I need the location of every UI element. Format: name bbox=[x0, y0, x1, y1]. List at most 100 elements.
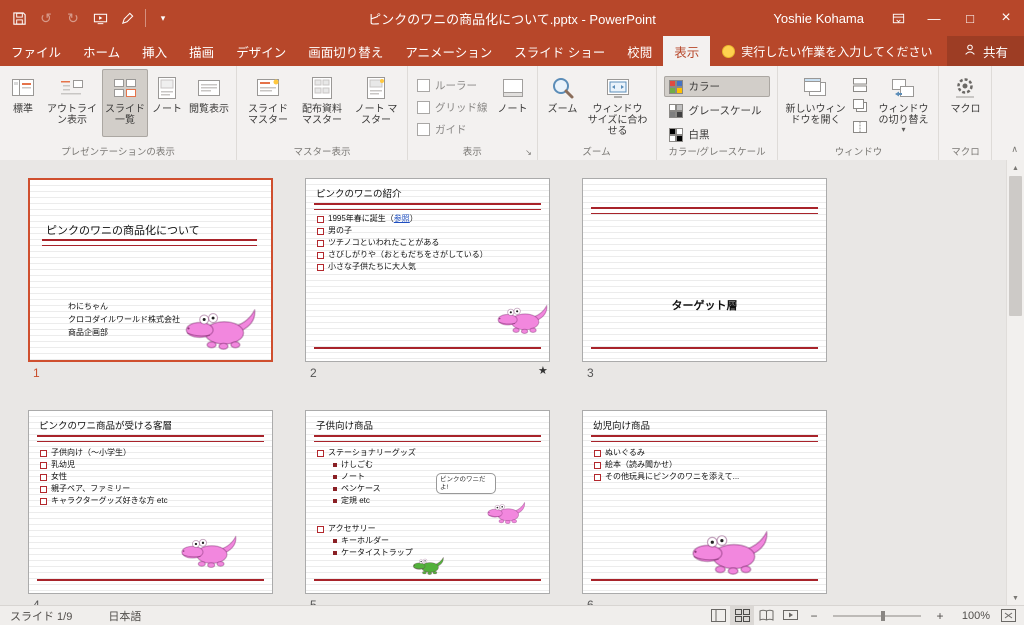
slide-thumbnail-6[interactable]: 幼児向け商品 ぬいぐるみ 絵本（読み聞かせ） その他玩具にピンクのワニを添えて.… bbox=[582, 410, 827, 594]
button-label: 新しいウィンドウを開く bbox=[785, 104, 846, 126]
slide-number: 1 bbox=[33, 366, 40, 380]
pink-crocodile-drawing bbox=[185, 309, 256, 350]
bullet-marker bbox=[40, 462, 47, 469]
account-name[interactable]: Yoshie Kohama bbox=[773, 11, 864, 26]
zoom-out-button[interactable]: − bbox=[802, 606, 826, 625]
bullet-text: ノート bbox=[341, 472, 365, 481]
handout-master-button[interactable]: 配布資料 マスター bbox=[295, 69, 349, 137]
touch-mode-icon[interactable] bbox=[118, 9, 136, 27]
cascade-windows-icon[interactable] bbox=[850, 97, 870, 114]
tell-me-box[interactable]: 実行したい作業を入力してください bbox=[710, 36, 944, 66]
slide-thumbnail-2[interactable]: ピンクのワニの紹介 1995年春に誕生（参照） 男の子 ツチノコといわれたことが… bbox=[305, 178, 550, 362]
split-icon[interactable] bbox=[850, 118, 870, 135]
tab-design[interactable]: デザイン bbox=[225, 36, 297, 66]
minimize-button[interactable]: — bbox=[916, 0, 952, 36]
fit-slide-to-window-button[interactable] bbox=[996, 606, 1020, 625]
color-button[interactable]: カラー bbox=[663, 76, 771, 97]
slide-title: ピンクのワニの商品化について bbox=[46, 225, 200, 237]
pink-crocodile-drawing bbox=[497, 304, 548, 334]
normal-view-status-button[interactable] bbox=[706, 606, 730, 625]
scroll-up-icon[interactable]: ▲ bbox=[1007, 160, 1024, 176]
color-icon bbox=[668, 79, 683, 94]
bullet-marker bbox=[333, 539, 337, 543]
ruler-checkbox[interactable]: ルーラー bbox=[417, 78, 488, 93]
checkbox-label: グリッド線 bbox=[435, 102, 488, 114]
tab-insert[interactable]: 挿入 bbox=[131, 36, 178, 66]
share-button[interactable]: 共有 bbox=[946, 36, 1024, 66]
zoom-slider-handle[interactable] bbox=[881, 610, 886, 621]
black-and-white-button[interactable]: 白黒 bbox=[664, 124, 771, 145]
group-macro: マクロ マクロ bbox=[939, 66, 993, 160]
show-notes-button[interactable]: ノート bbox=[493, 69, 533, 137]
bullet-marker bbox=[333, 499, 337, 503]
macros-button[interactable]: マクロ bbox=[943, 69, 987, 137]
tab-file[interactable]: ファイル bbox=[0, 36, 72, 66]
normal-view-icon bbox=[9, 74, 37, 102]
arrange-all-icon[interactable] bbox=[850, 76, 870, 93]
button-label: ノート bbox=[152, 104, 182, 115]
button-label: ノート マスター bbox=[354, 104, 398, 126]
normal-view-button[interactable]: 標準 bbox=[4, 69, 42, 137]
tab-transitions[interactable]: 画面切り替え bbox=[297, 36, 394, 66]
subtitle-line: クロコダイルワールド株式会社 bbox=[68, 315, 180, 324]
tab-draw[interactable]: 描画 bbox=[178, 36, 225, 66]
bullet-item: キャラクターグッズ好きな方 etc bbox=[40, 495, 268, 507]
reading-view-status-button[interactable] bbox=[754, 606, 778, 625]
switch-windows-button[interactable]: ウィンドウの切り替え ▾ bbox=[872, 69, 934, 137]
bullet-item: 女性 bbox=[40, 471, 268, 483]
group-zoom: ズーム ウィンドウ サイズに合わせる ズーム bbox=[538, 66, 657, 160]
zoom-button[interactable]: ズーム bbox=[542, 69, 584, 137]
outline-view-button[interactable]: アウトライン表示 bbox=[42, 69, 102, 137]
zoom-percentage[interactable]: 100% bbox=[954, 610, 990, 622]
tab-slideshow[interactable]: スライド ショー bbox=[503, 36, 616, 66]
slide-master-button[interactable]: スライド マスター bbox=[241, 69, 295, 137]
bullet-marker bbox=[40, 486, 47, 493]
bullet-item: ペンケース bbox=[317, 483, 545, 495]
button-label: ウィンドウの切り替え bbox=[878, 104, 929, 126]
slide-sorter-button[interactable]: スライド一覧 bbox=[102, 69, 148, 137]
maximize-button[interactable]: □ bbox=[952, 0, 988, 36]
tab-review[interactable]: 校閲 bbox=[616, 36, 663, 66]
grayscale-button[interactable]: グレースケール bbox=[664, 100, 771, 121]
save-icon[interactable] bbox=[10, 9, 28, 27]
notes-master-button[interactable]: ノート マスター bbox=[349, 69, 403, 137]
customize-quick-access-icon[interactable]: ▾ bbox=[145, 9, 172, 27]
checkbox-icon bbox=[417, 101, 430, 114]
language-indicator[interactable]: 日本語 bbox=[108, 608, 141, 624]
tab-home[interactable]: ホーム bbox=[72, 36, 131, 66]
guides-checkbox[interactable]: ガイド bbox=[417, 122, 488, 137]
status-left: スライド 1/9 日本語 bbox=[0, 608, 141, 624]
new-window-button[interactable]: 新しいウィンドウを開く bbox=[782, 69, 848, 137]
vertical-scrollbar[interactable]: ▲ ▼ bbox=[1006, 160, 1024, 606]
slide-thumbnail-4[interactable]: ピンクのワニ商品が受ける客層 子供向け（～小学生） 乳幼児 女性 親子ペア、ファ… bbox=[28, 410, 273, 594]
button-label: スライド マスター bbox=[248, 104, 288, 126]
slide-sorter-icon bbox=[111, 74, 139, 102]
subtitle-block: わにちゃん クロコダイルワールド株式会社 商品企画部 bbox=[68, 300, 180, 339]
undo-icon[interactable]: ↺ bbox=[37, 9, 55, 27]
collapse-ribbon-icon[interactable]: ∧ bbox=[1011, 144, 1018, 155]
slide-sorter-status-button[interactable] bbox=[730, 606, 754, 625]
caret-down-icon: ▾ bbox=[901, 125, 906, 134]
slideshow-status-button[interactable] bbox=[778, 606, 802, 625]
slide-thumbnail-3[interactable]: ターゲット層 bbox=[582, 178, 827, 362]
gridlines-checkbox[interactable]: グリッド線 bbox=[417, 100, 488, 115]
redo-icon[interactable]: ↻ bbox=[64, 9, 82, 27]
scroll-down-icon[interactable]: ▼ bbox=[1007, 590, 1024, 606]
zoom-in-button[interactable]: + bbox=[928, 606, 952, 625]
new-window-icon bbox=[801, 74, 829, 102]
scrollbar-thumb[interactable] bbox=[1009, 176, 1022, 316]
slide-thumbnail-5[interactable]: 子供向け商品 ステーショナリーグッズ けしごむ ノート ペンケース 定規 etc… bbox=[305, 410, 550, 594]
share-label: 共有 bbox=[982, 45, 1008, 60]
slide-thumbnail-1[interactable]: ピンクのワニの商品化について わにちゃん クロコダイルワールド株式会社 商品企画… bbox=[28, 178, 273, 362]
reading-view-button[interactable]: 閲覧表示 bbox=[186, 69, 232, 137]
animation-star-indicator: ★ bbox=[538, 365, 548, 377]
ribbon-display-options-icon[interactable] bbox=[880, 0, 916, 36]
zoom-slider[interactable] bbox=[833, 610, 921, 621]
notes-page-button[interactable]: ノート bbox=[148, 69, 186, 137]
checkbox-icon bbox=[417, 79, 430, 92]
close-button[interactable]: × bbox=[988, 0, 1024, 36]
tab-animations[interactable]: アニメーション bbox=[394, 36, 503, 66]
fit-to-window-button[interactable]: ウィンドウ サイズに合わせる bbox=[584, 69, 652, 137]
tab-view[interactable]: 表示 bbox=[663, 36, 711, 66]
start-slideshow-icon[interactable] bbox=[91, 9, 109, 27]
